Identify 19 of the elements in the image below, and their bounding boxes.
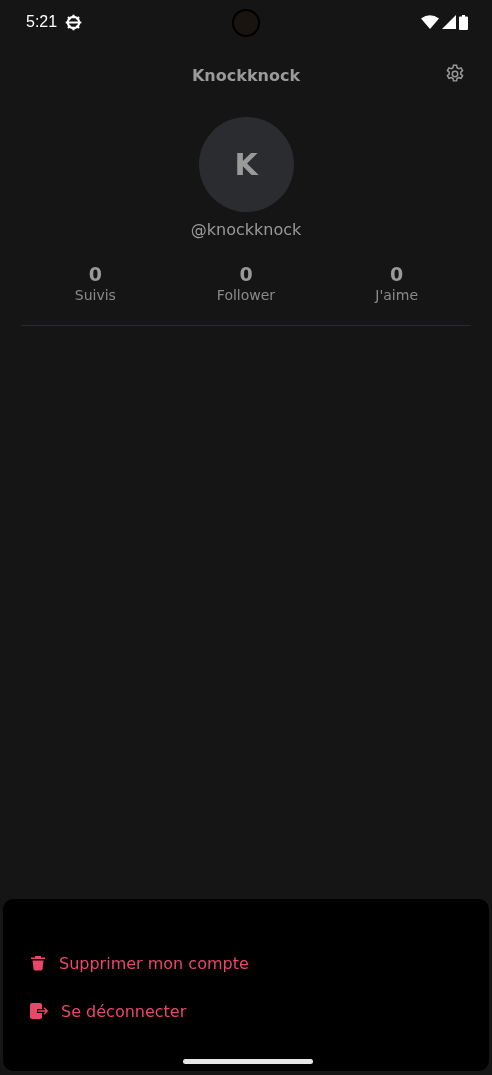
- gear-icon: [65, 13, 83, 31]
- stat-label: Follower: [216, 287, 276, 303]
- battery-icon: [459, 14, 468, 30]
- username: @knockknock: [190, 220, 302, 239]
- stat-count: 0: [390, 263, 404, 285]
- logout-button[interactable]: Se déconnecter: [29, 987, 187, 1035]
- stat-label: J'aime: [375, 287, 418, 303]
- avatar: K: [198, 117, 294, 212]
- camera-hole: [232, 9, 260, 37]
- app-title: Knockknock: [191, 65, 301, 85]
- trash-icon: [29, 954, 47, 972]
- stat-count: 0: [88, 263, 102, 285]
- status-time: 5:21: [26, 13, 58, 31]
- stat-label: Suivis: [74, 287, 116, 303]
- logout-icon: [29, 1002, 49, 1020]
- stat-count: 0: [239, 263, 253, 285]
- signal-icon: [442, 15, 456, 29]
- delete-account-button[interactable]: Supprimer mon compte: [29, 939, 249, 987]
- wifi-icon: [421, 15, 439, 29]
